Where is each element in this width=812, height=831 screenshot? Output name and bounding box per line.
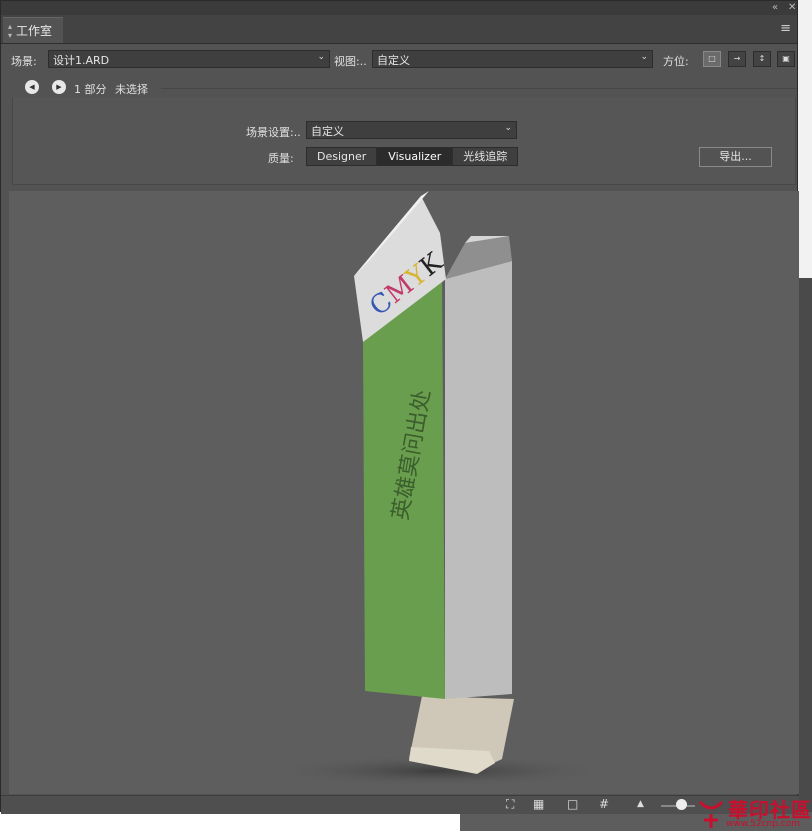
view-select-value: 自定义 [377, 54, 410, 67]
background-window-strip-top [798, 0, 812, 278]
zoom-out-icon[interactable]: ▲ [637, 799, 644, 809]
selection-status: 未选择 [115, 83, 148, 96]
chevron-down-icon: ⌄ [640, 52, 648, 62]
render-mode-icon[interactable]: ▦ [533, 797, 544, 811]
chevron-down-icon: ⌄ [504, 123, 512, 133]
box-side-panel [445, 261, 512, 699]
collapse-panel-icon[interactable]: « [772, 2, 778, 13]
view-label: 视图:.. [334, 55, 367, 68]
divider [161, 88, 797, 89]
quality-designer-button[interactable]: Designer [306, 147, 378, 166]
cube-icon[interactable]: □ [567, 797, 578, 811]
panel-tab-row: ▴ ▾ 工作室 ≡ [1, 15, 797, 44]
3d-viewport[interactable]: CMYK 英雄莫问出处 [9, 191, 799, 794]
scene-settings-value: 自定义 [311, 125, 344, 138]
chevron-down-icon: ⌄ [317, 52, 325, 62]
watermark: 華印社區 www.52cnp.com [694, 794, 812, 831]
panel-titlebar: « ✕ [1, 1, 797, 15]
scene-settings-label: 场景设置:.. [246, 126, 301, 139]
viewport-bottom-bar: ⛶ ▦ □ # ▲ [1, 795, 799, 814]
grid-icon[interactable]: # [599, 797, 609, 811]
orientation-front-button[interactable]: □ [703, 51, 721, 67]
box-3d-render: CMYK 英雄莫问出处 [264, 191, 614, 787]
quality-visualizer-button[interactable]: Visualizer [377, 147, 453, 166]
previous-part-button[interactable]: ◀ [25, 80, 39, 94]
fit-view-icon[interactable]: ⛶ [506, 797, 514, 812]
next-part-button[interactable]: ▶ [52, 80, 66, 94]
orientation-label: 方位: [663, 55, 689, 68]
zoom-slider-knob[interactable] [676, 799, 687, 810]
scene-settings-section [12, 97, 796, 185]
orientation-top-button[interactable]: ↕ [753, 51, 771, 67]
view-select[interactable]: 自定义 ⌄ [372, 50, 653, 68]
scene-select[interactable]: 设计1.ARD ⌄ [48, 50, 330, 68]
scene-select-value: 设计1.ARD [53, 54, 110, 67]
tab-studio[interactable]: ▴ ▾ 工作室 [3, 17, 63, 43]
quality-segmented-control: Designer Visualizer 光线追踪 [306, 147, 519, 166]
parts-count: 1 部分 [74, 83, 107, 96]
studio-panel: « ✕ ▴ ▾ 工作室 ≡ 场景: 设计1.ARD ⌄ 视图:.. 自定义 ⌄ 方… [0, 0, 799, 814]
scene-label: 场景: [11, 55, 37, 68]
watermark-url: www.52cnp.com [726, 819, 801, 829]
panel-menu-icon[interactable]: ≡ [780, 21, 791, 36]
tab-studio-label: 工作室 [16, 24, 53, 38]
updown-arrows-icon: ▴ ▾ [8, 21, 13, 40]
quality-raytrace-button[interactable]: 光线追踪 [452, 147, 519, 166]
export-button[interactable]: 导出... [699, 147, 772, 167]
scene-settings-select[interactable]: 自定义 ⌄ [306, 121, 517, 139]
orientation-iso-button[interactable]: ▣ [777, 51, 795, 67]
watermark-logo [698, 800, 724, 828]
orientation-side-button[interactable]: → [728, 51, 746, 67]
quality-label: 质量: [268, 152, 294, 165]
close-panel-icon[interactable]: ✕ [788, 2, 796, 13]
